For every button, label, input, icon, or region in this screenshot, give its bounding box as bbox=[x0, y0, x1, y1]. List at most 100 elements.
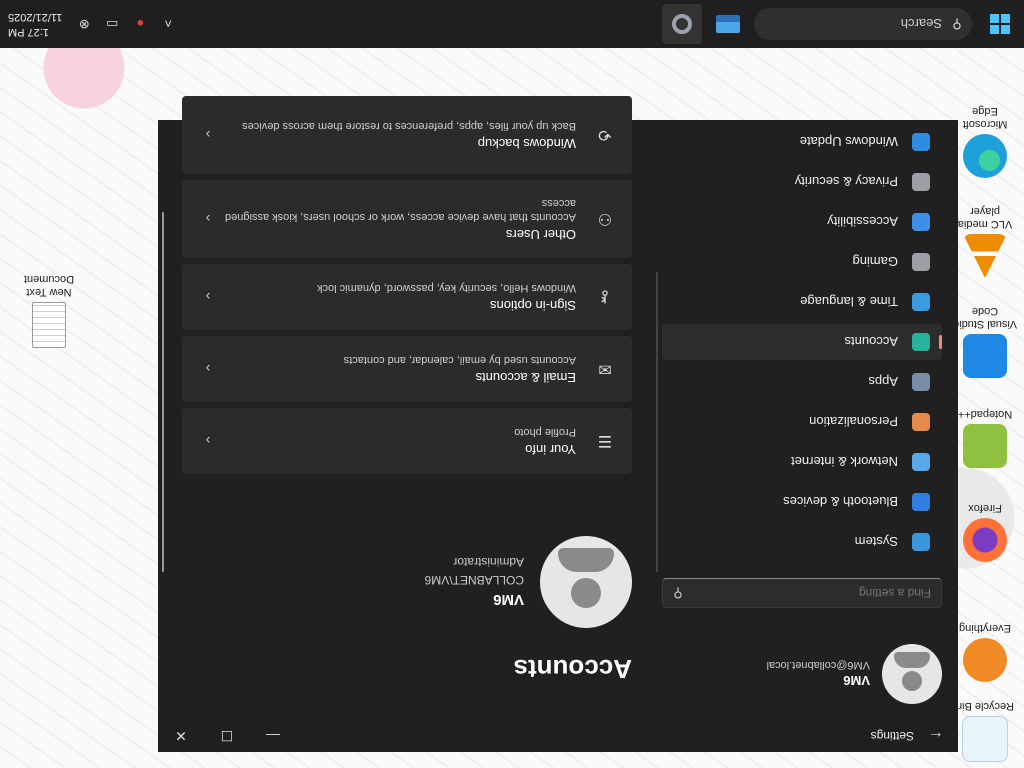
card-other-users[interactable]: ⚇ Other Users Accounts that have device ac… bbox=[182, 180, 632, 258]
minimize-button[interactable]: — bbox=[250, 720, 296, 752]
profile-avatar[interactable] bbox=[540, 536, 632, 628]
update-icon bbox=[912, 133, 930, 151]
everything-icon bbox=[963, 638, 1007, 682]
maximize-button[interactable]: ☐ bbox=[204, 720, 250, 752]
sidebar-item-label: Personalization bbox=[809, 414, 898, 430]
desktop-icon-notepad-plus-plus[interactable]: Notepad++ bbox=[950, 407, 1020, 468]
sidebar-item-system[interactable]: System bbox=[662, 524, 942, 560]
card-description: Back up your files, apps, preferences to… bbox=[242, 120, 576, 132]
chevron-up-icon[interactable]: ˄ bbox=[154, 17, 182, 32]
vlc-icon bbox=[963, 234, 1007, 278]
scrollbar[interactable] bbox=[162, 212, 164, 572]
sidebar-item-gaming[interactable]: Gaming bbox=[662, 244, 942, 280]
desktop-icon-vlc[interactable]: VLC media player bbox=[950, 204, 1020, 278]
widgets-icon bbox=[716, 15, 740, 33]
card-windows-backup[interactable]: ⟲ Windows backup Back up your files, apps,… bbox=[182, 96, 632, 174]
sidebar-item-label: Bluetooth & devices bbox=[783, 494, 898, 510]
sidebar-item-label: Privacy & security bbox=[794, 174, 898, 190]
taskbar-search[interactable]: ⚲ Search bbox=[754, 8, 972, 40]
sidebar-item-apps[interactable]: Apps bbox=[662, 364, 942, 400]
clock-time: 1:27 PM bbox=[8, 26, 49, 38]
clock[interactable]: 1:27 PM 11/21/2025 bbox=[8, 9, 62, 39]
user-email: VM6@collabnet.local bbox=[766, 659, 871, 672]
accounts-icon bbox=[912, 333, 930, 351]
sidebar-item-label: Time & language bbox=[800, 294, 898, 310]
desktop-icon-edge[interactable]: Microsoft Edge bbox=[950, 104, 1020, 178]
desktop-icon-recycle-bin[interactable]: Recycle Bin bbox=[950, 699, 1020, 762]
notepad-plus-plus-icon bbox=[963, 424, 1007, 468]
window-title: Settings bbox=[870, 729, 914, 743]
settings-gear-icon bbox=[672, 14, 692, 34]
sidebar-item-privacy-security[interactable]: Privacy & security bbox=[662, 164, 942, 200]
network-icon bbox=[912, 453, 930, 471]
chevron-right-icon: › bbox=[205, 127, 211, 143]
settings-sidebar: VM6 VM6@collabnet.local ⚲ System Bluetoot… bbox=[658, 120, 958, 720]
desktop-icon-label: New Text Document bbox=[23, 273, 75, 298]
desktop-icon-vscode[interactable]: Visual Studio Code bbox=[950, 304, 1020, 378]
accounts-cards: ☰ Your info Profile photo › ✉ Email & account… bbox=[182, 90, 632, 474]
title-bar: ← Settings — ☐ ✕ bbox=[158, 720, 958, 752]
user-name: VM6 bbox=[843, 673, 870, 689]
find-setting-input[interactable] bbox=[693, 585, 941, 601]
sidebar-item-accessibility[interactable]: Accessibility bbox=[662, 204, 942, 240]
profile-name: VM6 bbox=[493, 591, 524, 609]
card-description: Accounts that have device access, work o… bbox=[225, 197, 576, 223]
start-button[interactable] bbox=[976, 0, 1024, 48]
record-icon[interactable]: ● bbox=[126, 17, 154, 32]
sidebar-item-time-language[interactable]: Time & language bbox=[662, 284, 942, 320]
desktop-icon-label: Firefox bbox=[968, 502, 1002, 514]
window-controls: — ☐ ✕ bbox=[158, 720, 296, 752]
avatar bbox=[882, 644, 942, 704]
card-sign-in-options[interactable]: ⚷ Sign-in options Windows Hello, security … bbox=[182, 264, 632, 330]
sidebar-item-label: Windows Update bbox=[799, 134, 898, 150]
accounts-page: Accounts VM6 COLLABNET\VM6 Administrator… bbox=[158, 96, 658, 720]
desktop-icon-everything[interactable]: Everything bbox=[950, 621, 1020, 682]
desktop-icon-firefox[interactable]: Firefox bbox=[950, 501, 1020, 562]
desktop-icon-label: Microsoft Edge bbox=[962, 105, 1008, 130]
taskbar-search-placeholder: Search bbox=[900, 16, 942, 32]
shield-icon bbox=[912, 173, 930, 191]
display-icon[interactable]: ▭ bbox=[98, 16, 126, 32]
find-setting-box[interactable]: ⚲ bbox=[662, 578, 942, 608]
chevron-right-icon: › bbox=[205, 361, 211, 377]
sidebar-item-bluetooth-devices[interactable]: Bluetooth & devices bbox=[662, 484, 942, 520]
taskbar: ⚲ Search ˄ ● ▭ ⊗ 1:27 PM 11/21/2025 bbox=[0, 0, 1024, 48]
desktop: Recycle Bin Everything Firefox Notepad++… bbox=[0, 0, 1024, 768]
backup-icon: ⟲ bbox=[598, 126, 612, 143]
card-your-info[interactable]: ☰ Your info Profile photo › bbox=[182, 408, 632, 474]
settings-nav: System Bluetooth & devices Network & inter… bbox=[662, 120, 942, 560]
sidebar-item-network-internet[interactable]: Network & internet bbox=[662, 444, 942, 480]
card-title: Your info bbox=[525, 442, 576, 457]
desktop-icon-label: Notepad++ bbox=[957, 408, 1013, 420]
system-icon bbox=[912, 533, 930, 551]
sidebar-item-personalization[interactable]: Personalization bbox=[662, 404, 942, 440]
card-email-accounts[interactable]: ✉ Email & accounts Accounts used by email,… bbox=[182, 336, 632, 402]
taskbar-settings[interactable] bbox=[662, 4, 702, 44]
chevron-right-icon: › bbox=[205, 211, 211, 227]
globe-clock-icon bbox=[912, 293, 930, 311]
back-arrow-icon[interactable]: ← bbox=[914, 727, 958, 745]
profile-domain: COLLABNET\VM6 bbox=[424, 573, 524, 588]
apps-icon bbox=[912, 373, 930, 391]
card-title: Email & accounts bbox=[475, 370, 576, 385]
other-users-icon: ⚇ bbox=[597, 210, 613, 227]
accessibility-icon bbox=[912, 213, 930, 231]
chevron-right-icon: › bbox=[205, 289, 211, 305]
taskbar-widgets[interactable] bbox=[708, 4, 748, 44]
network-disconnected-icon[interactable]: ⊗ bbox=[70, 16, 98, 32]
recycle-bin-icon bbox=[962, 716, 1008, 762]
card-title: Other Users bbox=[505, 227, 576, 242]
settings-window: ← Settings — ☐ ✕ VM6 VM6@collabnet.local… bbox=[158, 96, 958, 752]
desktop-icon-new-text-document[interactable]: New Text Document bbox=[14, 272, 84, 348]
bluetooth-icon bbox=[912, 493, 930, 511]
close-button[interactable]: ✕ bbox=[158, 720, 204, 752]
gamepad-icon bbox=[912, 253, 930, 271]
user-card[interactable]: VM6 VM6@collabnet.local bbox=[766, 644, 942, 704]
edge-icon bbox=[963, 134, 1007, 178]
sidebar-item-windows-update[interactable]: Windows Update bbox=[662, 124, 942, 160]
text-document-icon bbox=[32, 302, 66, 348]
mail-icon: ✉ bbox=[598, 360, 612, 377]
sidebar-item-accounts[interactable]: Accounts bbox=[662, 324, 942, 360]
search-icon[interactable]: ⚲ bbox=[663, 585, 693, 601]
page-title: Accounts bbox=[513, 654, 632, 684]
